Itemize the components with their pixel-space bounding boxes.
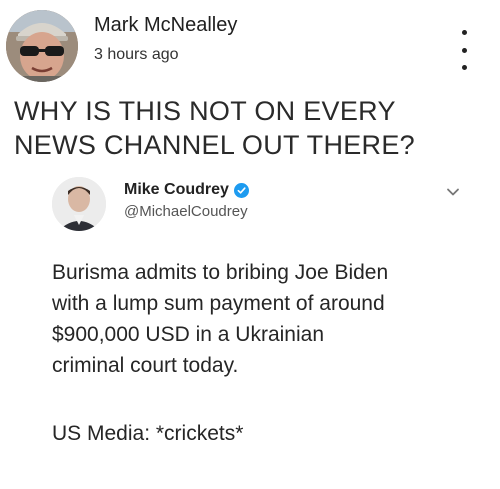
checkmark-icon <box>237 186 246 194</box>
tweet-body-line: $900,000 USD in a Ukrainian <box>52 323 324 346</box>
author-name[interactable]: Mark McNealley <box>94 14 237 37</box>
author-avatar[interactable] <box>6 10 78 82</box>
embedded-tweet[interactable]: Mike Coudrey @MichaelCoudrey Burisma adm… <box>0 165 500 485</box>
tweet-author-row: Mike Coudrey <box>124 181 249 199</box>
tweet-body-line: Burisma admits to bribing Joe Biden <box>52 261 389 284</box>
more-options-button[interactable] <box>452 30 476 70</box>
tweet-body: Burisma admits to bribing Joe Biden with… <box>52 257 482 381</box>
author-avatar-image <box>6 10 78 82</box>
chevron-down-icon[interactable] <box>446 187 460 197</box>
ellipsis-dot <box>461 65 467 70</box>
vertical-ellipsis-icon <box>461 30 467 35</box>
tweet-body-line: criminal court today. <box>52 354 239 377</box>
tweet-footnote: US Media: *crickets* <box>52 422 244 445</box>
tweet-author-handle[interactable]: @MichaelCoudrey <box>124 203 248 220</box>
tweet-author-avatar[interactable] <box>52 177 106 231</box>
post-text: WHY IS THIS NOT ON EVERY NEWS CHANNEL OU… <box>14 96 415 160</box>
social-post: Mark McNealley 3 hours ago WHY IS THIS N… <box>0 0 500 489</box>
ellipsis-dot <box>461 47 467 53</box>
post-timestamp: 3 hours ago <box>94 46 179 63</box>
verified-badge-icon <box>233 182 249 198</box>
tweet-author-name[interactable]: Mike Coudrey <box>124 181 229 199</box>
tweet-avatar-image <box>52 177 106 231</box>
tweet-body-line: with a lump sum payment of around <box>52 292 385 315</box>
